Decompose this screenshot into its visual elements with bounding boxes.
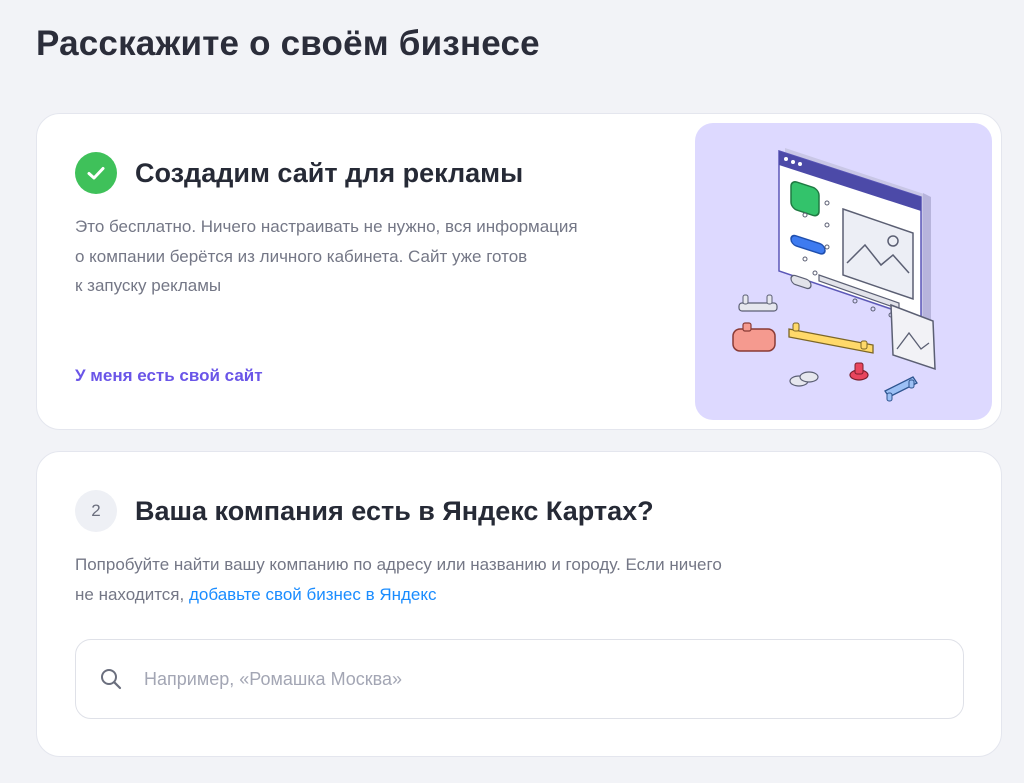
step-title: Ваша компания есть в Яндекс Картах? <box>135 495 654 526</box>
page-title: Расскажите о своём бизнесе <box>36 24 540 63</box>
description-line: не находится, добавьте свой бизнес в Янд… <box>75 580 875 610</box>
company-search-box[interactable] <box>75 639 964 719</box>
step-card-yandex-maps: 2 Ваша компания есть в Яндекс Картах? По… <box>36 451 1002 757</box>
description-line: Попробуйте найти вашу компанию по адресу… <box>75 555 722 574</box>
step-title: Создадим сайт для рекламы <box>135 157 524 188</box>
step-number-badge: 2 <box>75 490 117 532</box>
page: Расскажите о своём бизнесе Создадим сайт… <box>0 0 1024 783</box>
step-description: Попробуйте найти вашу компанию по адресу… <box>75 550 875 609</box>
website-builder-illustration <box>695 123 992 420</box>
add-business-link[interactable]: добавьте свой бизнес в Яндекс <box>189 585 437 604</box>
description-line: о компании берётся из личного кабинета. … <box>75 246 528 266</box>
company-search-input[interactable] <box>144 640 963 718</box>
check-icon <box>75 152 117 194</box>
description-text: не находится, <box>75 584 189 604</box>
step-header: 2 Ваша компания есть в Яндекс Картах? <box>75 490 654 532</box>
search-icon <box>98 666 124 692</box>
own-site-link[interactable]: У меня есть свой сайт <box>75 366 263 386</box>
step-description: Это бесплатно. Ничего настраивать не нуж… <box>75 212 675 301</box>
step-header: Создадим сайт для рекламы <box>75 152 523 194</box>
description-line: Это бесплатно. Ничего настраивать не нуж… <box>75 217 578 236</box>
description-line: к запуску рекламы <box>75 276 222 295</box>
step-card-create-site: Создадим сайт для рекламы Это бесплатно.… <box>36 113 1002 430</box>
